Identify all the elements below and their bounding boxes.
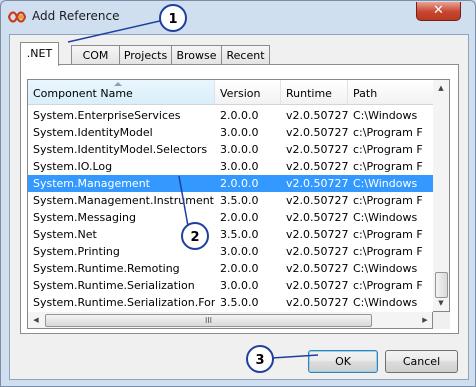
dialog-window: Add Reference ✕ .NET COM Projects Browse… (0, 0, 476, 387)
cell-version: 2.0.0.0 (220, 262, 259, 275)
column-header-label: Component Name (33, 87, 133, 100)
cell-path: c:\Program F (353, 143, 423, 156)
table-row[interactable]: System.Net 3.5.0.0 v2.0.50727 c:\Program F (28, 226, 434, 243)
cell-path: c:\Program F (353, 160, 423, 173)
table-row[interactable]: System.EnterpriseServices 2.0.0.0 v2.0.507… (28, 107, 434, 124)
tab-dotnet[interactable]: .NET (20, 42, 59, 66)
cell-runtime: v2.0.50727 (286, 177, 348, 190)
window-title: Add Reference (32, 9, 120, 23)
cell-runtime: v2.0.50727 (286, 211, 348, 224)
close-icon: ✕ (433, 3, 444, 18)
cell-name: System.Management.Instrument... (33, 194, 215, 207)
cell-runtime: v2.0.50727 (286, 126, 348, 139)
cell-path: C:\Windows (353, 211, 418, 224)
cell-runtime: v2.0.50727 (286, 228, 348, 241)
title-bar[interactable]: Add Reference ✕ (1, 1, 475, 34)
cancel-button[interactable]: Cancel (385, 350, 458, 373)
scroll-down-icon[interactable]: ▼ (433, 295, 449, 311)
cell-version: 2.0.0.0 (220, 177, 259, 190)
cell-name: System.Management (33, 177, 150, 190)
cell-version: 3.0.0.0 (220, 279, 259, 292)
cell-path: c:\Program F (353, 194, 423, 207)
cell-runtime: v2.0.50727 (286, 109, 348, 122)
table-row[interactable]: System.Management 2.0.0.0 v2.0.50727 C:\Win… (28, 175, 434, 192)
scroll-up-icon[interactable]: ▲ (433, 80, 449, 96)
cell-path: c:\Program F (353, 228, 423, 241)
table-row[interactable]: System.Runtime.Serialization 3.0.0.0 v2.0.… (28, 277, 434, 294)
dialog-body: .NET COM Projects Browse Recent Componen… (9, 34, 469, 380)
column-header-runtime[interactable]: Runtime (281, 80, 348, 104)
cell-runtime: v2.0.50727 (286, 279, 348, 292)
cell-version: 3.5.0.0 (220, 228, 259, 241)
column-header-path[interactable]: Path (348, 80, 434, 104)
scrollbar-corner (433, 312, 450, 329)
cell-version: 2.0.0.0 (220, 109, 259, 122)
vertical-scrollbar[interactable]: ▲ ▼ (433, 79, 450, 312)
tab-recent[interactable]: Recent (221, 45, 270, 65)
ok-button[interactable]: OK (308, 350, 378, 373)
cell-runtime: v2.0.50727 (286, 194, 348, 207)
cell-name: System.Runtime.Serialization (33, 279, 195, 292)
cell-version: 3.5.0.0 (220, 296, 259, 309)
column-header-version[interactable]: Version (215, 80, 281, 104)
cell-runtime: v2.0.50727 (286, 262, 348, 275)
cell-name: System.IdentityModel (33, 126, 153, 139)
tab-com[interactable]: COM (71, 45, 120, 65)
table-row[interactable]: System.Runtime.Remoting 2.0.0.0 v2.0.50727… (28, 260, 434, 277)
cell-name: System.IdentityModel.Selectors (33, 143, 208, 156)
cell-path: C:\Windows (353, 296, 418, 309)
cell-name: System.EnterpriseServices (33, 109, 181, 122)
table-row[interactable]: System.IdentityModel.Selectors 3.0.0.0 v2.… (28, 141, 434, 158)
table-row[interactable]: System.Printing 3.0.0.0 v2.0.50727 c:\Progr… (28, 243, 434, 260)
cell-path: c:\Program F (353, 279, 423, 292)
table-row[interactable]: System.Management.Instrument... 3.5.0.0 v2… (28, 192, 434, 209)
cell-name: System.Printing (33, 245, 120, 258)
cell-version: 3.0.0.0 (220, 126, 259, 139)
cell-path: c:\Program F (353, 245, 423, 258)
close-button[interactable]: ✕ (416, 2, 461, 21)
cell-version: 3.0.0.0 (220, 245, 259, 258)
table-row[interactable]: System.Runtime.Serialization.For... 3.5.0… (28, 294, 434, 311)
cell-version: 3.5.0.0 (220, 194, 259, 207)
horizontal-scrollbar[interactable]: ◀ III ▶ (27, 312, 433, 329)
cell-version: 3.0.0.0 (220, 160, 259, 173)
table-row[interactable]: System.IdentityModel 3.0.0.0 v2.0.50727 c:\… (28, 124, 434, 141)
cell-runtime: v2.0.50727 (286, 143, 348, 156)
sort-ascending-icon (114, 82, 122, 86)
column-header-component-name[interactable]: Component Name (28, 80, 215, 104)
cell-path: c:\Program F (353, 126, 423, 139)
cell-path: C:\Windows (353, 177, 418, 190)
scroll-left-icon[interactable]: ◀ (28, 312, 44, 328)
cell-version: 3.0.0.0 (220, 143, 259, 156)
cell-name: System.Runtime.Serialization.For... (33, 296, 215, 309)
cell-name: System.Runtime.Remoting (33, 262, 180, 275)
cell-name: System.Net (33, 228, 97, 241)
cell-runtime: v2.0.50727 (286, 296, 348, 309)
tab-browse[interactable]: Browse (171, 45, 222, 65)
cell-path: C:\Windows (353, 262, 418, 275)
cell-name: System.Messaging (33, 211, 136, 224)
list-header: Component Name Version Runtime Path (28, 80, 434, 105)
cell-version: 2.0.0.0 (220, 211, 259, 224)
visual-studio-icon (8, 11, 26, 23)
scroll-right-icon[interactable]: ▶ (417, 312, 433, 328)
tab-projects[interactable]: Projects (119, 45, 172, 65)
horizontal-scroll-thumb[interactable]: III (45, 314, 372, 327)
grip-icon: III (204, 316, 213, 325)
cell-name: System.IO.Log (33, 160, 113, 173)
component-list[interactable]: Component Name Version Runtime Path Syst… (27, 79, 435, 314)
table-row[interactable]: System.Messaging 2.0.0.0 v2.0.50727 C:\Wind… (28, 209, 434, 226)
cell-runtime: v2.0.50727 (286, 245, 348, 258)
table-row[interactable]: System.IO.Log 3.0.0.0 v2.0.50727 c:\Program… (28, 158, 434, 175)
cell-path: C:\Windows (353, 109, 418, 122)
cell-runtime: v2.0.50727 (286, 160, 348, 173)
